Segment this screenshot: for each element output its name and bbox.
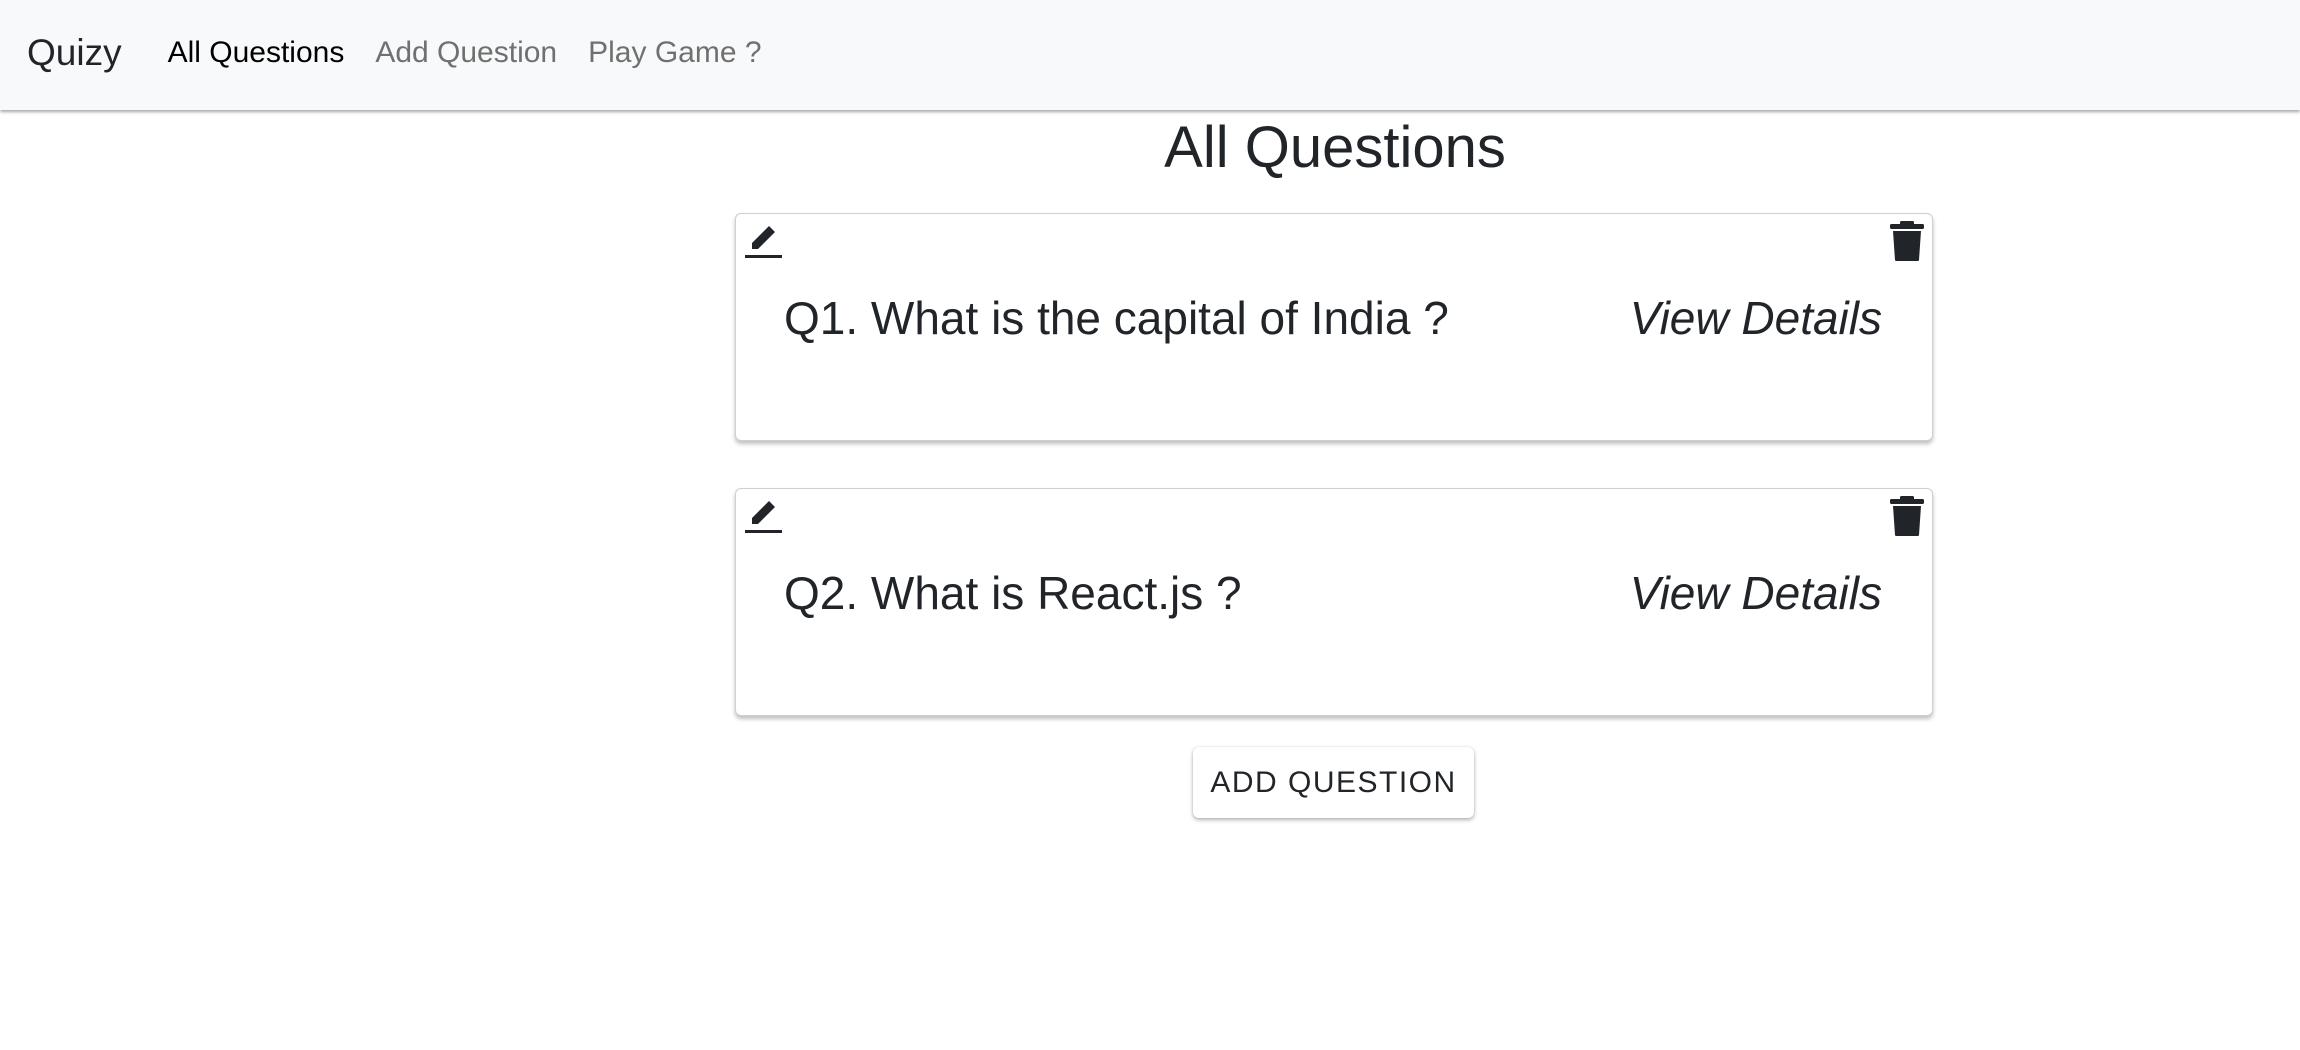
trash-icon[interactable] xyxy=(1888,220,1926,262)
question-card: Q1. What is the capital of India ? View … xyxy=(735,213,1933,441)
pencil-icon[interactable] xyxy=(742,220,784,262)
navbar: Quizy All Questions Add Question Play Ga… xyxy=(0,0,2300,110)
brand-logo[interactable]: Quizy xyxy=(27,32,122,74)
nav-link-add-question[interactable]: Add Question xyxy=(375,36,557,70)
view-details-link[interactable]: View Details xyxy=(1630,291,1882,345)
page-header: All Questions xyxy=(735,110,1935,186)
view-details-link[interactable]: View Details xyxy=(1630,566,1882,620)
question-card: Q2. What is React.js ? View Details xyxy=(735,488,1933,716)
pencil-icon[interactable] xyxy=(742,495,784,537)
page-title: All Questions xyxy=(1164,115,1506,180)
add-question-button[interactable]: ADD QUESTION xyxy=(1193,747,1474,818)
question-text: Q2. What is React.js ? xyxy=(784,567,1242,619)
nav-link-play-game[interactable]: Play Game ? xyxy=(588,36,761,70)
trash-icon[interactable] xyxy=(1888,495,1926,537)
nav-link-all-questions[interactable]: All Questions xyxy=(168,36,345,70)
question-text: Q1. What is the capital of India ? xyxy=(784,292,1449,344)
